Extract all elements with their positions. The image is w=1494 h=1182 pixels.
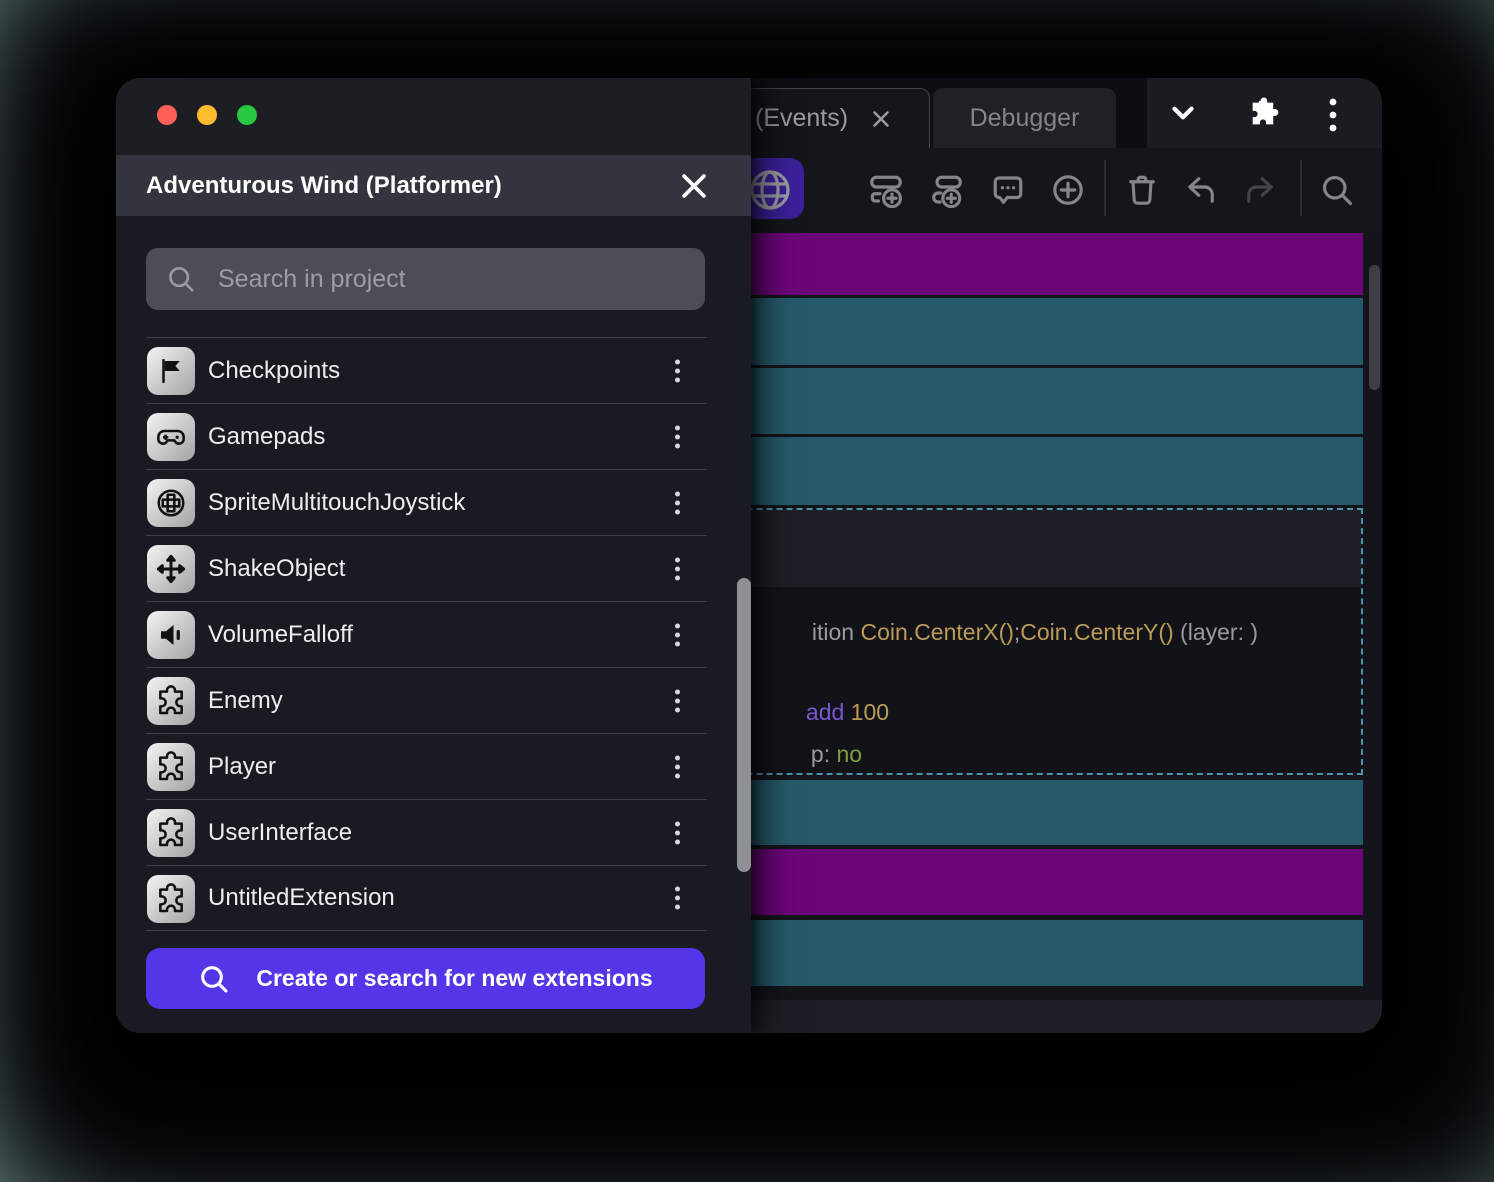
create-button-label: Create or search for new extensions bbox=[256, 965, 652, 992]
list-item-spritemultitouchjoystick[interactable]: SpriteMultitouchJoystick bbox=[146, 469, 707, 535]
extension-list: Checkpoints Gamepads bbox=[146, 337, 707, 931]
code-boolean: no bbox=[836, 741, 862, 767]
code-expression: Coin.CenterX() bbox=[861, 619, 1014, 645]
list-item-shakeobject[interactable]: ShakeObject bbox=[146, 535, 707, 601]
toggle-world-button[interactable] bbox=[742, 158, 804, 219]
add-subevent-button[interactable] bbox=[928, 172, 964, 208]
code-text: ition bbox=[812, 619, 861, 645]
tab-close-icon[interactable] bbox=[868, 106, 894, 132]
minimize-window-button[interactable] bbox=[197, 105, 217, 125]
list-item-userinterface[interactable]: UserInterface bbox=[146, 799, 707, 865]
list-item-label: Checkpoints bbox=[208, 357, 340, 385]
speaker-icon bbox=[147, 611, 195, 659]
add-event-button[interactable] bbox=[868, 172, 904, 208]
project-title: Adventurous Wind (Platformer) bbox=[146, 172, 677, 200]
toolbar-divider bbox=[1300, 160, 1302, 216]
close-window-button[interactable] bbox=[157, 105, 177, 125]
list-item-label: Enemy bbox=[208, 687, 283, 715]
event-action-text: ition Coin.CenterX();Coin.CenterY() (lay… bbox=[748, 592, 1258, 673]
item-menu-icon[interactable] bbox=[675, 619, 681, 650]
undo-button[interactable] bbox=[1183, 172, 1219, 208]
item-menu-icon[interactable] bbox=[675, 883, 681, 914]
item-menu-icon[interactable] bbox=[675, 817, 681, 848]
delete-button[interactable] bbox=[1124, 172, 1160, 208]
puzzle-icon bbox=[147, 875, 195, 923]
list-item-label: Player bbox=[208, 753, 276, 781]
code-text: (layer: ) bbox=[1174, 619, 1258, 645]
list-item-label: VolumeFalloff bbox=[208, 621, 353, 649]
search-icon bbox=[166, 264, 196, 294]
list-item-player[interactable]: Player bbox=[146, 733, 707, 799]
search-input[interactable] bbox=[218, 265, 685, 294]
item-menu-icon[interactable] bbox=[675, 421, 681, 452]
project-manager-header: Adventurous Wind (Platformer) bbox=[116, 155, 751, 216]
gamepad-icon bbox=[147, 413, 195, 461]
item-menu-icon[interactable] bbox=[675, 685, 681, 716]
move-arrows-icon bbox=[147, 545, 195, 593]
puzzle-icon bbox=[147, 743, 195, 791]
joystick-icon bbox=[147, 479, 195, 527]
toolbar-divider bbox=[1104, 160, 1106, 216]
create-or-search-extensions-button[interactable]: Create or search for new extensions bbox=[146, 948, 705, 1009]
list-item-label: Gamepads bbox=[208, 423, 325, 451]
code-expression: Coin.CenterY() bbox=[1020, 619, 1173, 645]
zoom-window-button[interactable] bbox=[237, 105, 257, 125]
puzzle-icon[interactable] bbox=[1247, 96, 1281, 130]
list-item-untitledextension[interactable]: UntitledExtension bbox=[146, 865, 707, 931]
list-item-gamepads[interactable]: Gamepads bbox=[146, 403, 707, 469]
code-text: p: bbox=[811, 741, 837, 767]
list-item-label: UntitledExtension bbox=[208, 884, 395, 912]
list-item-label: UserInterface bbox=[208, 819, 352, 847]
tab-debugger-label: Debugger bbox=[970, 104, 1080, 133]
events-scrollbar-thumb[interactable] bbox=[1369, 265, 1380, 390]
item-menu-icon[interactable] bbox=[675, 553, 681, 584]
item-menu-icon[interactable] bbox=[675, 487, 681, 518]
window-titlebar bbox=[116, 78, 751, 155]
item-menu-icon[interactable] bbox=[675, 751, 681, 782]
tab-debugger[interactable]: Debugger bbox=[933, 88, 1116, 148]
search-icon bbox=[198, 963, 230, 995]
chevron-down-icon[interactable] bbox=[1166, 96, 1200, 130]
tab-events-label: (Events) bbox=[755, 104, 848, 133]
puzzle-icon bbox=[147, 809, 195, 857]
close-icon[interactable] bbox=[677, 169, 711, 203]
list-item-label: SpriteMultitouchJoystick bbox=[208, 489, 465, 517]
kebab-menu-icon[interactable] bbox=[1328, 96, 1338, 130]
drawer-scrollbar-thumb[interactable] bbox=[737, 578, 751, 872]
list-item-enemy[interactable]: Enemy bbox=[146, 667, 707, 733]
flag-icon bbox=[147, 347, 195, 395]
list-item-volumefalloff[interactable]: VolumeFalloff bbox=[146, 601, 707, 667]
redo-button[interactable] bbox=[1242, 172, 1278, 208]
search-events-button[interactable] bbox=[1319, 172, 1355, 208]
project-search[interactable] bbox=[146, 248, 705, 310]
globe-icon bbox=[746, 166, 794, 214]
app-window: (Events) Debugger bbox=[116, 78, 1382, 1033]
add-comment-button[interactable] bbox=[990, 172, 1026, 208]
item-menu-icon[interactable] bbox=[675, 355, 681, 386]
list-item-label: ShakeObject bbox=[208, 555, 345, 583]
circle-plus-icon[interactable] bbox=[1050, 172, 1086, 208]
list-item-checkpoints[interactable]: Checkpoints bbox=[146, 337, 707, 403]
project-manager-drawer: Adventurous Wind (Platformer) Checkpoint… bbox=[116, 78, 751, 1033]
window-top-right-cluster bbox=[1147, 78, 1382, 148]
puzzle-icon bbox=[147, 677, 195, 725]
